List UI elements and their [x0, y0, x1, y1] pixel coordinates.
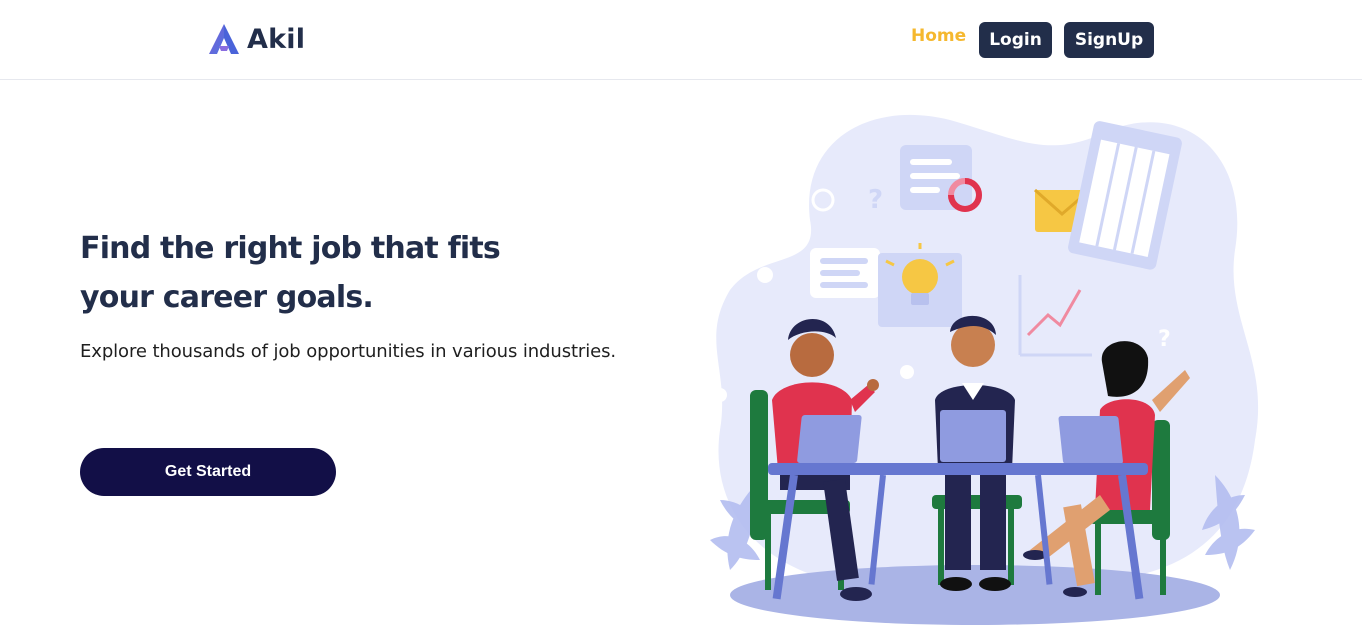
team-meeting-illustration: ? ? [710, 114, 1259, 625]
get-started-button[interactable]: Get Started [80, 448, 336, 496]
speech-bubble-card [810, 248, 880, 298]
lightbulb-icon [878, 243, 962, 327]
laptop-icon [1058, 416, 1123, 464]
hero-subtitle: Explore thousands of job opportunities i… [80, 341, 617, 362]
decor-circle [900, 365, 914, 379]
decor-circle [757, 267, 773, 283]
brand-name: Akil [247, 23, 306, 55]
laptop-icon [797, 415, 862, 463]
brand-logo[interactable]: Akil [207, 22, 305, 56]
login-button[interactable]: Login [979, 22, 1052, 58]
navbar: Akil Home Login SignUp [0, 0, 1362, 80]
signup-button[interactable]: SignUp [1064, 22, 1154, 58]
laptop-icon [940, 410, 1006, 462]
question-mark-icon: ? [868, 185, 883, 215]
decor-circle [713, 388, 727, 402]
chat-card [900, 145, 972, 210]
hero-title-line-1: Find the right job that fits [80, 231, 501, 266]
hero-title: Find the right job that fits your career… [80, 224, 600, 322]
nav-home-link[interactable]: Home [911, 26, 966, 46]
question-mark-icon: ? [1158, 327, 1171, 352]
logo-icon [209, 24, 239, 54]
floor-shadow [730, 565, 1220, 625]
hero-title-line-2: your career goals. [80, 280, 374, 315]
